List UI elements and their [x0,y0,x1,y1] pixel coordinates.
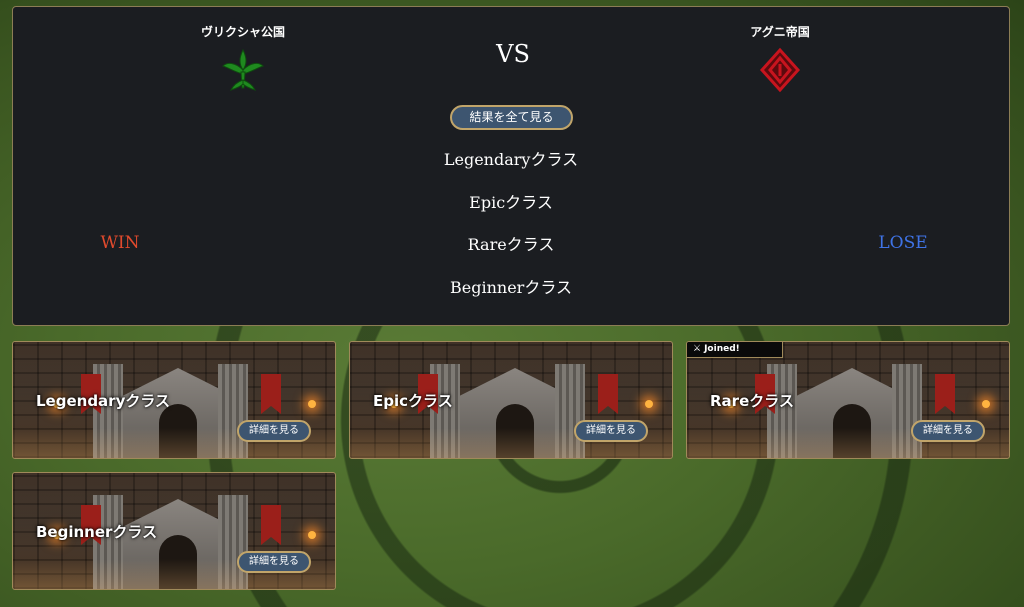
view-details-button[interactable]: 詳細を見る [237,420,311,442]
class-result-epic: Epicクラス [469,193,553,212]
left-faction: ヴリクシャ公国 [183,23,303,96]
left-result-win: WIN [100,233,140,253]
class-card-legendary[interactable]: Legendaryクラス 詳細を見る [12,341,336,459]
card-title: Rareクラス [710,392,794,410]
red-banner-image [935,374,955,414]
joined-label: Joined! [704,344,740,354]
red-banner-image [261,374,281,414]
right-faction: アグニ帝国 [720,23,840,96]
class-result-beginner: Beginnerクラス [450,278,572,297]
torch-icon [308,531,316,539]
class-card-rare[interactable]: ⚔ Joined! Rareクラス 詳細を見る [686,341,1010,459]
view-details-button[interactable]: 詳細を見る [237,551,311,573]
vs-label: VS [496,40,530,68]
view-all-results-button[interactable]: 結果を全て見る [450,105,573,130]
leaf-crest-icon [222,48,264,91]
joined-badge: ⚔ Joined! [687,342,783,358]
card-title: Epicクラス [373,392,453,410]
class-card-epic[interactable]: Epicクラス 詳細を見る [349,341,673,459]
torch-icon [982,400,990,408]
left-faction-name: ヴリクシャ公国 [200,25,285,39]
class-result-rare: Rareクラス [467,235,555,254]
crossed-swords-icon: ⚔ [693,344,702,354]
torch-icon [308,400,316,408]
right-result-lose: LOSE [878,233,928,253]
class-result-legendary: Legendaryクラス [443,150,579,169]
flame-crest-icon [759,47,801,93]
red-banner-image [261,505,281,545]
right-faction-name: アグニ帝国 [750,25,810,39]
battle-result-panel: ヴリクシャ公国 VS アグニ帝国 結果を全て見る Legendaryクラス Ep… [12,6,1010,326]
torch-icon [645,400,653,408]
card-title: Legendaryクラス [36,392,171,410]
class-card-beginner[interactable]: Beginnerクラス 詳細を見る [12,472,336,590]
view-details-button[interactable]: 詳細を見る [574,420,648,442]
card-title: Beginnerクラス [36,523,158,541]
red-banner-image [598,374,618,414]
view-details-button[interactable]: 詳細を見る [911,420,985,442]
